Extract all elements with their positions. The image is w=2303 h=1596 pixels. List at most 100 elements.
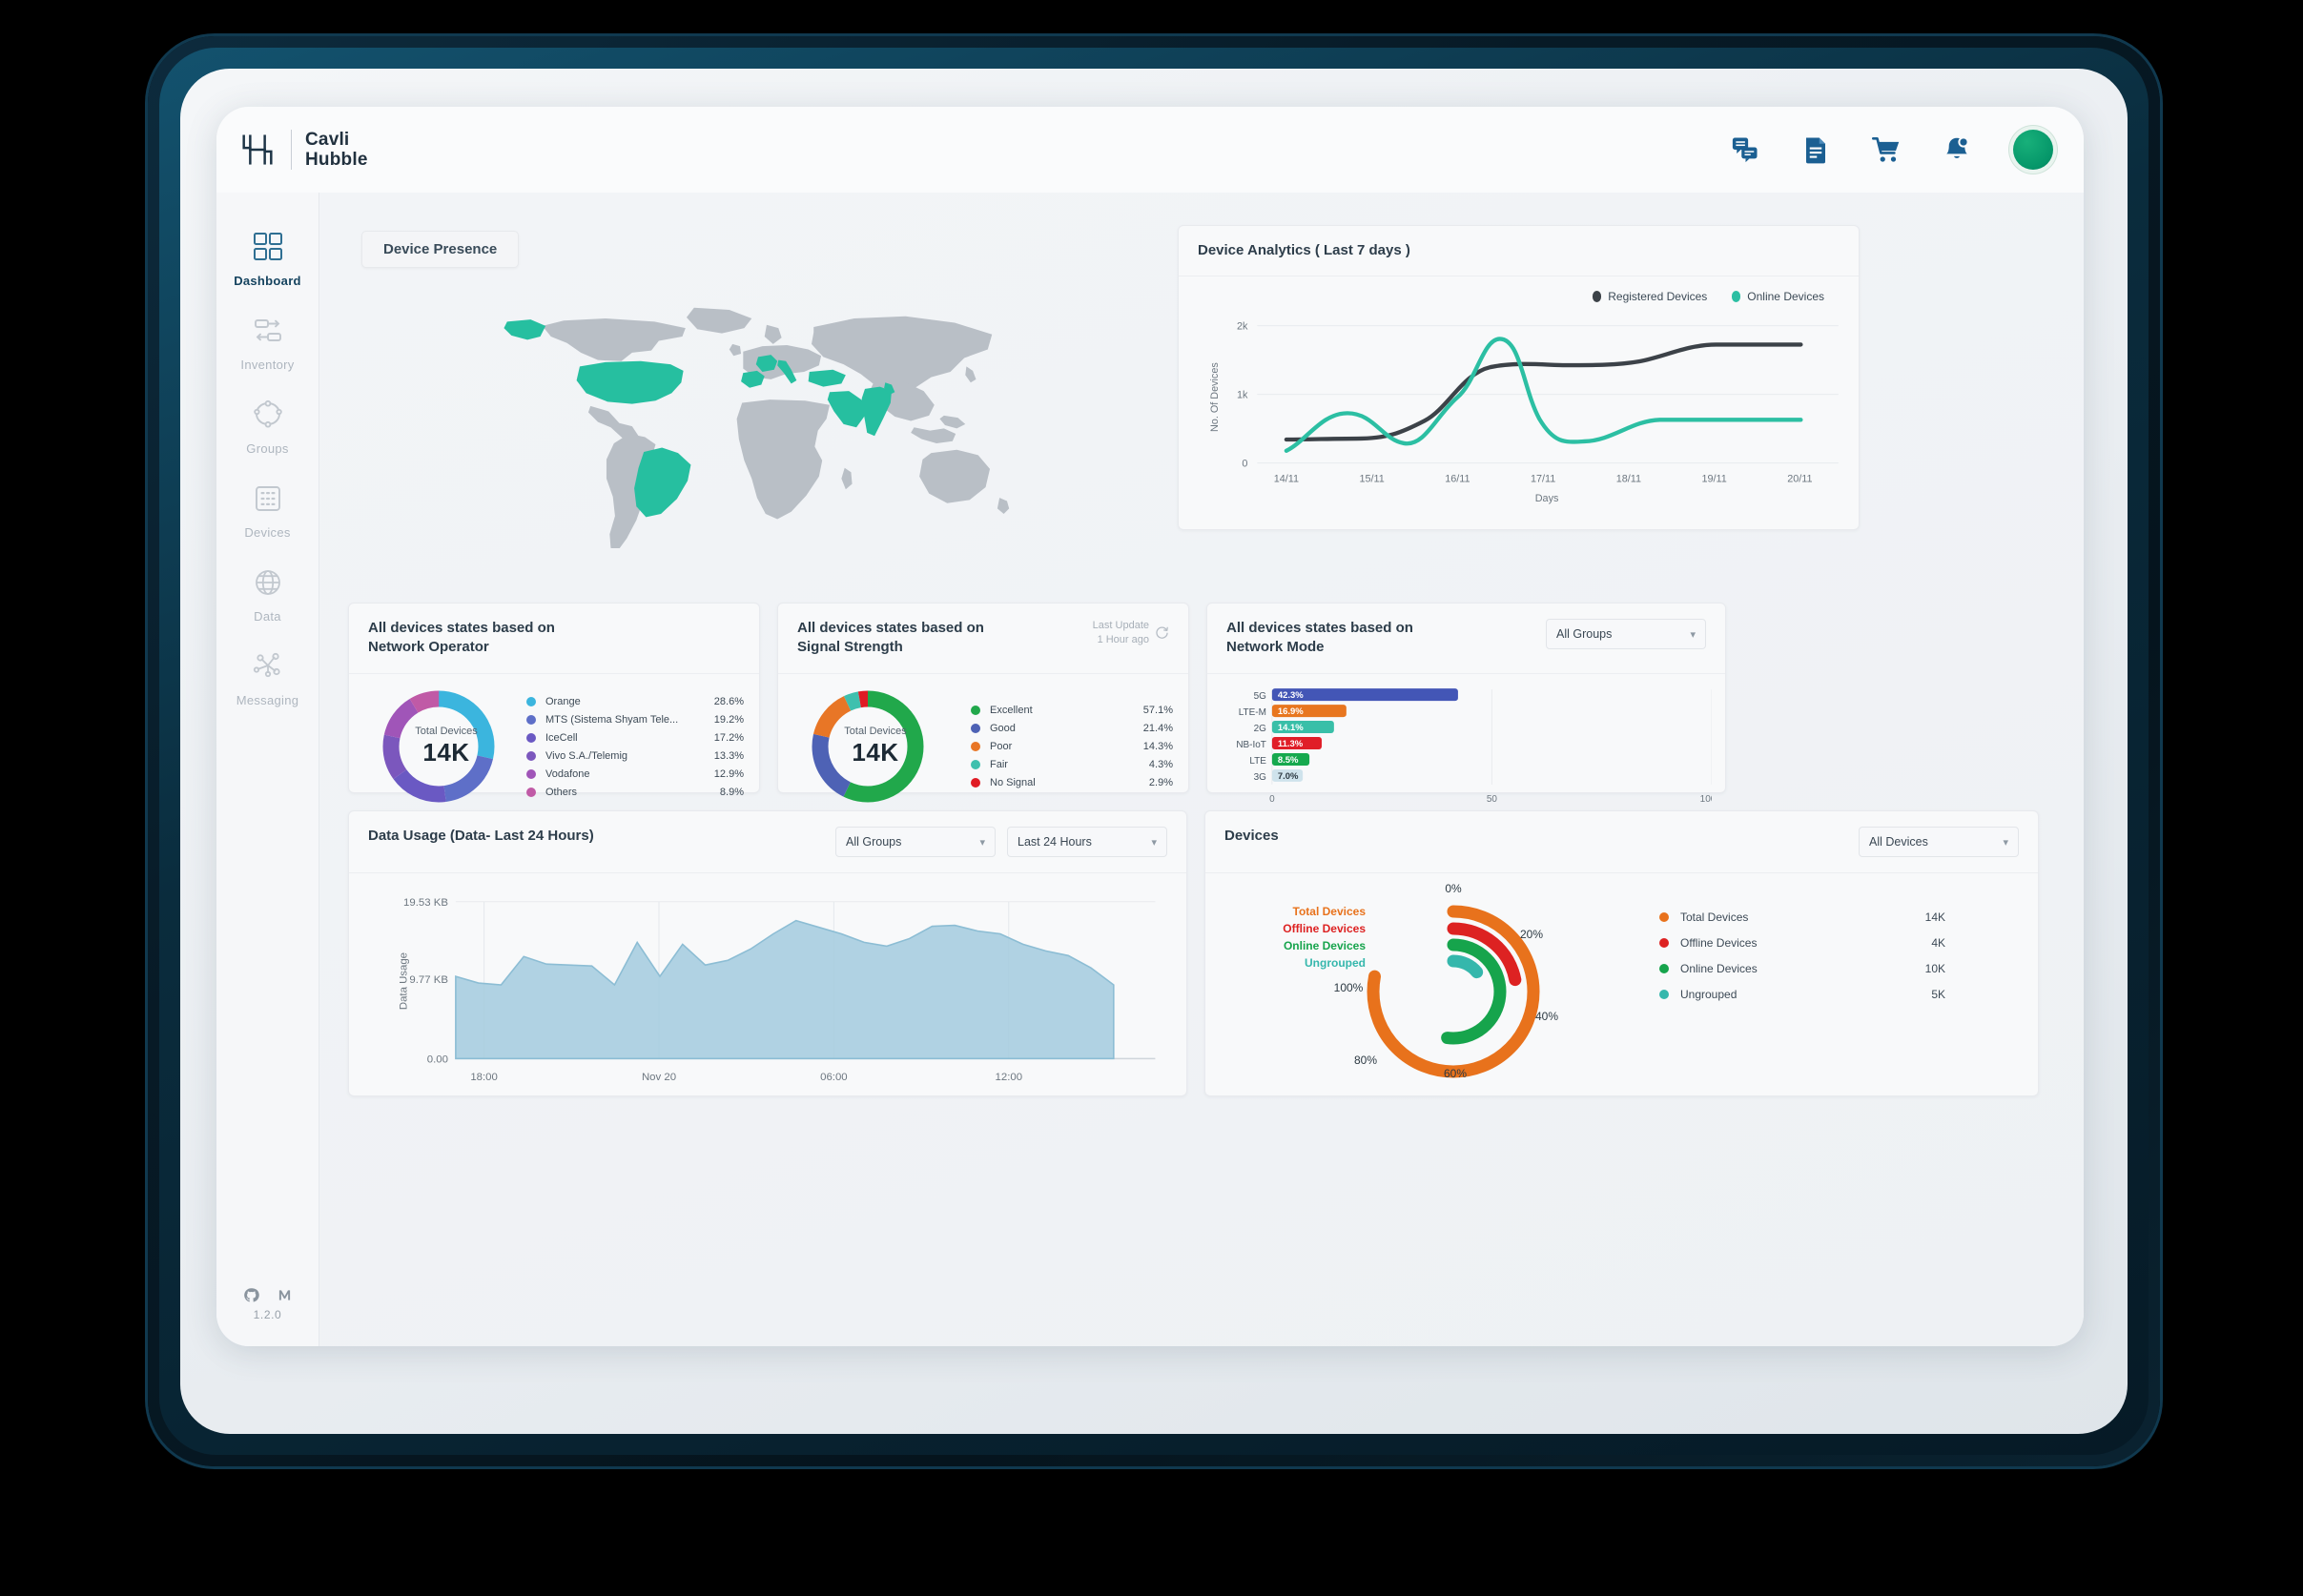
x-tick: 14/11 — [1274, 474, 1299, 485]
refresh-icon[interactable] — [1155, 625, 1169, 640]
world-map[interactable] — [491, 292, 1025, 548]
legend-value: 57.1% — [1142, 705, 1173, 716]
legend-item[interactable]: Fair 4.3% — [971, 756, 1173, 774]
github-icon[interactable] — [243, 1287, 259, 1303]
x-tick: 17/11 — [1531, 474, 1555, 485]
legend-item[interactable]: Good 21.4% — [971, 720, 1173, 738]
signal-strength-header: All devices states based on Signal Stren… — [778, 604, 1188, 674]
radial-label: Ungrouped — [1305, 956, 1366, 970]
legend-item[interactable]: Others 8.9% — [526, 783, 744, 801]
network-mode-bar-values: 42.3% 16.9% 14.1% 11.3% 8.5% 7.0% — [1278, 690, 1304, 782]
title-line-2: Network Operator — [368, 639, 489, 656]
sidebar-item-label: Groups — [246, 441, 289, 456]
legend-item[interactable]: Offline Devices 4K — [1659, 930, 1945, 955]
x-tick: 50 — [1487, 793, 1498, 804]
device-analytics-title: Device Analytics ( Last 7 days ) — [1198, 242, 1410, 258]
legend-item[interactable]: Orange 28.6% — [526, 692, 744, 710]
legend-item[interactable]: MTS (Sistema Shyam Tele... 19.2% — [526, 710, 744, 728]
cart-icon[interactable] — [1872, 135, 1901, 164]
series-online-devices — [1284, 337, 1803, 454]
legend-value: 14.3% — [1142, 741, 1173, 752]
legend-label: Ungrouped — [1680, 987, 1738, 1001]
legend-color-swatch — [971, 706, 980, 715]
x-axis-label: Days — [1535, 493, 1559, 504]
signal-strength-donut[interactable]: Total Devices 14K — [788, 680, 950, 813]
axis-label: 0% — [1445, 882, 1462, 895]
network-mode-title: All devices states based on Network Mode — [1226, 619, 1413, 658]
device-grid-icon — [252, 478, 284, 520]
sidebar-item-devices[interactable]: Devices — [216, 465, 319, 549]
device-analytics-plot: 2k 1k 0 No. Of Devices 14/11 15/11 16/11… — [1209, 321, 1839, 504]
legend-label: Registered Devices — [1608, 290, 1708, 304]
y-tick: 2k — [1237, 321, 1248, 333]
network-mode-group-select[interactable]: All Groups ▾ — [1546, 619, 1706, 649]
radial-label: Offline Devices — [1283, 922, 1366, 935]
legend-label: Excellent — [990, 705, 1033, 716]
bell-icon[interactable] — [1943, 135, 1971, 164]
legend-item[interactable]: Online Devices 10K — [1659, 955, 1945, 981]
legend-color-swatch — [971, 724, 980, 733]
brand-logo[interactable]: Cavli Hubble — [237, 130, 368, 171]
sidebar-item-inventory[interactable]: Inventory — [216, 297, 319, 381]
device-presence-title: Device Presence — [361, 231, 520, 268]
legend-item[interactable]: IceCell 17.2% — [526, 728, 744, 747]
x-tick: 100 — [1700, 793, 1712, 804]
sidebar-item-label: Devices — [244, 525, 291, 540]
radial-inline-labels: Total Devices Offline Devices Online Dev… — [1283, 905, 1366, 970]
legend-color-swatch — [971, 760, 980, 769]
legend-item[interactable]: Excellent 57.1% — [971, 702, 1173, 720]
device-analytics-legend: Registered Devices Online Devices — [1188, 284, 1849, 303]
y-tick: 1k — [1237, 390, 1248, 401]
legend-item[interactable]: No Signal 2.9% — [971, 774, 1173, 792]
axis-label: 100% — [1334, 981, 1364, 994]
select-value: All Groups — [1556, 627, 1613, 641]
legend-value: 2.9% — [1148, 777, 1173, 788]
sidebar-item-dashboard[interactable]: Dashboard — [216, 214, 319, 297]
bar-category-label: 3G — [1254, 771, 1267, 782]
legend-item[interactable]: Poor 14.3% — [971, 738, 1173, 756]
title-line-1: All devices states based on — [1226, 620, 1413, 636]
sidebar-footer: 1.2.0 — [243, 1287, 293, 1346]
data-usage-y-ticks: 19.53 KB 9.77 KB 0.00 — [403, 897, 448, 1066]
brand-line-2: Hubble — [305, 150, 368, 170]
legend-online-devices[interactable]: Online Devices — [1732, 290, 1824, 303]
data-usage-range-select[interactable]: Last 24 Hours ▾ — [1007, 827, 1167, 857]
legend-item[interactable]: Vivo S.A./Telemig 13.3% — [526, 747, 744, 765]
network-operator-donut[interactable]: Total Devices 14K — [359, 680, 521, 813]
legend-item[interactable]: Total Devices 14K — [1659, 904, 1945, 930]
user-avatar[interactable] — [2013, 130, 2053, 170]
data-usage-group-select[interactable]: All Groups ▾ — [835, 827, 996, 857]
data-usage-plot: 19.53 KB 9.77 KB 0.00 Data Usage 18:00 N… — [398, 897, 1156, 1083]
legend-color-swatch — [526, 696, 536, 706]
legend-item[interactable]: Vodafone 12.9% — [526, 765, 744, 783]
x-tick: 18/11 — [1616, 474, 1641, 485]
data-usage-card: Data Usage (Data- Last 24 Hours) All Gro… — [348, 810, 1187, 1096]
bar-value: 7.0% — [1278, 770, 1299, 781]
title-line-1: All devices states based on — [368, 620, 555, 636]
legend-label: No Signal — [990, 777, 1036, 788]
legend-label: Good — [990, 723, 1016, 734]
sidebar-item-data[interactable]: Data — [216, 549, 319, 633]
x-tick: Nov 20 — [642, 1072, 676, 1083]
main-content: Device Presence Device Analytics (Last … — [319, 193, 2084, 1346]
network-operator-header: All devices states based on Network Oper… — [349, 604, 759, 674]
legend-registered-devices[interactable]: Registered Devices — [1593, 290, 1707, 303]
sidebar-item-groups[interactable]: Groups — [216, 381, 319, 465]
chat-icon[interactable] — [1731, 135, 1759, 164]
legend-item[interactable]: Ungrouped 5K — [1659, 981, 1945, 1007]
radial-label: Total Devices — [1293, 905, 1367, 918]
document-icon[interactable] — [1801, 135, 1830, 164]
legend-color-swatch — [526, 768, 536, 779]
x-tick: 06:00 — [820, 1072, 848, 1083]
title-line-2: Signal Strength — [797, 639, 903, 656]
devices-select[interactable]: All Devices ▾ — [1859, 827, 2019, 857]
data-usage-area — [455, 919, 1115, 1060]
legend-value: 4.3% — [1148, 759, 1173, 770]
dashboard-row-2: All devices states based on Network Oper… — [348, 603, 2055, 804]
devices-radial-chart[interactable]: Total Devices Offline Devices Online Dev… — [1215, 879, 1635, 1096]
m-icon[interactable] — [277, 1287, 293, 1303]
legend-value: 5K — [1931, 987, 1945, 1001]
legend-value: 21.4% — [1142, 723, 1173, 734]
network-operator-card: All devices states based on Network Oper… — [348, 603, 760, 803]
sidebar-item-messaging[interactable]: Messaging — [216, 633, 319, 717]
